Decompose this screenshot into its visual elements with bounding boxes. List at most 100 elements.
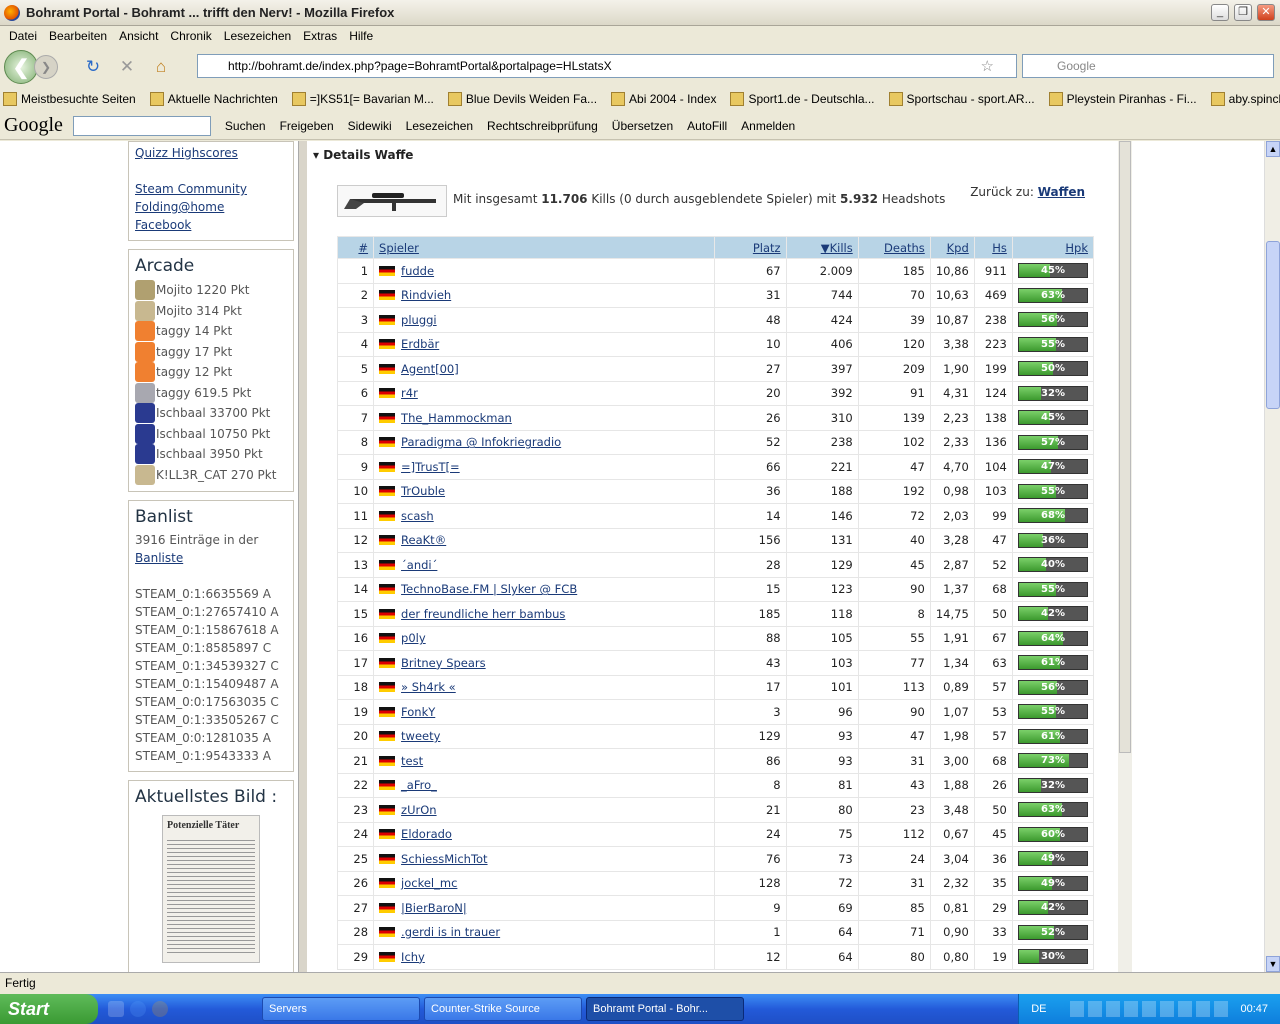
player-link[interactable]: pluggi <box>401 313 437 327</box>
maximize-button[interactable]: ❐ <box>1234 4 1252 21</box>
menu-item-2[interactable]: Ansicht <box>117 29 160 43</box>
arcade-entry[interactable]: Mojito 1220 Pkt <box>135 280 287 301</box>
player-link[interactable]: |BierBaroN| <box>401 901 467 915</box>
arcade-entry[interactable]: Ischbaal 3950 Pkt <box>135 444 287 465</box>
scroll-up-icon[interactable]: ▲ <box>1266 141 1280 157</box>
section-header[interactable]: ▾ Details Waffe <box>313 148 413 162</box>
inner-scrollbar[interactable] <box>1118 141 1132 972</box>
player-link[interactable]: p0ly <box>401 631 426 645</box>
minimize-button[interactable]: _ <box>1211 4 1229 21</box>
firefox-quick-icon[interactable] <box>152 1001 168 1017</box>
latest-picture[interactable]: Potenzielle Täter <box>162 815 260 963</box>
banlist-entry[interactable]: STEAM_0:1:27657410 A <box>135 603 287 621</box>
banlist-link[interactable]: Banliste <box>135 549 287 567</box>
google-toolbar-item[interactable]: Suchen <box>225 119 266 133</box>
forward-button[interactable]: ❯ <box>34 55 58 79</box>
arcade-entry[interactable]: Ischbaal 10750 Pkt <box>135 423 287 445</box>
bookmark-star-icon[interactable]: ☆ <box>981 57 994 75</box>
arcade-entry[interactable]: K!LL3R_CAT 270 Pkt <box>135 464 287 486</box>
menu-item-6[interactable]: Hilfe <box>347 29 375 43</box>
language-indicator[interactable]: DE <box>1031 1003 1046 1015</box>
player-link[interactable]: _aFro_ <box>401 778 437 792</box>
player-link[interactable]: scash <box>401 509 434 523</box>
sidebar-link[interactable]: Folding@home <box>135 198 287 216</box>
back-button[interactable]: ❮ <box>4 50 38 84</box>
google-toolbar-item[interactable]: Übersetzen <box>612 119 673 133</box>
google-toolbar-item[interactable]: Freigeben <box>280 119 334 133</box>
banlist-entry[interactable]: STEAM_0:1:6635569 A <box>135 585 287 603</box>
player-link[interactable]: TechnoBase.FM | Slyker @ FCB <box>401 582 577 596</box>
player-link[interactable]: FonkY <box>401 705 435 719</box>
player-link[interactable]: Britney Spears <box>401 656 486 670</box>
player-link[interactable]: =]TrusT[= <box>401 460 460 474</box>
player-link[interactable]: tweety <box>401 729 440 743</box>
banlist-entry[interactable]: STEAM_0:1:8585897 C <box>135 639 287 657</box>
home-icon[interactable]: ⌂ <box>150 56 172 78</box>
arcade-entry[interactable]: Ischbaal 33700 Pkt <box>135 403 287 424</box>
column-header[interactable]: Kpd <box>929 236 975 259</box>
column-header[interactable]: ▼Kills <box>785 236 859 259</box>
bookmark-item[interactable]: Blue Devils Weiden Fa... <box>447 92 597 106</box>
sidebar-link[interactable]: Steam Community <box>135 180 287 198</box>
arcade-entry[interactable]: Mojito 314 Pkt <box>135 300 287 322</box>
arcade-entry[interactable]: taggy 619.5 Pkt <box>135 382 287 404</box>
menu-item-1[interactable]: Bearbeiten <box>47 29 109 43</box>
banlist-entry[interactable]: STEAM_0:1:15867618 A <box>135 621 287 639</box>
player-link[interactable]: ReaKt® <box>401 533 446 547</box>
banlist-entry[interactable]: STEAM_0:1:9543333 A <box>135 747 287 765</box>
menu-item-0[interactable]: Datei <box>7 29 39 43</box>
banlist-entry[interactable]: STEAM_0:1:15409487 A <box>135 675 287 693</box>
arcade-entry[interactable]: taggy 12 Pkt <box>135 362 287 383</box>
arcade-entry[interactable]: taggy 17 Pkt <box>135 341 287 363</box>
bookmark-item[interactable]: Pleystein Piranhas - Fi... <box>1048 92 1197 106</box>
scroll-thumb[interactable] <box>1266 241 1280 409</box>
player-link[interactable]: TrOuble <box>401 484 445 498</box>
player-link[interactable]: Paradigma @ Infokriegradio <box>401 435 561 449</box>
player-link[interactable]: fudde <box>401 264 434 278</box>
bookmark-item[interactable]: Aktuelle Nachrichten <box>149 92 278 106</box>
player-link[interactable]: jockel_mc <box>401 876 457 890</box>
bookmark-item[interactable]: =]KS51[= Bavarian M... <box>291 92 434 106</box>
player-link[interactable]: SchiessMichTot <box>401 852 488 866</box>
player-link[interactable]: ´andi´ <box>401 558 437 572</box>
start-button[interactable]: Start <box>0 994 98 1024</box>
sidebar-link[interactable]: Quizz Highscores <box>135 144 287 162</box>
scroll-down-icon[interactable]: ▼ <box>1266 956 1280 972</box>
player-link[interactable]: Agent[00] <box>401 362 459 376</box>
player-link[interactable]: Ichy <box>401 950 425 964</box>
google-toolbar-item[interactable]: AutoFill <box>687 119 727 133</box>
column-header[interactable]: Hpk <box>1011 236 1095 259</box>
google-toolbar-item[interactable]: Rechtschreibprüfung <box>487 119 598 133</box>
taskbar-task[interactable]: Bohramt Portal - Bohr... <box>586 997 744 1021</box>
page-scrollbar[interactable]: ▲ ▼ <box>1264 141 1280 972</box>
column-header[interactable]: Hs <box>973 236 1013 259</box>
column-header[interactable]: Platz <box>713 236 787 259</box>
player-link[interactable]: r4r <box>401 386 418 400</box>
ie-icon[interactable] <box>130 1001 146 1017</box>
banlist-entry[interactable]: STEAM_0:0:17563035 C <box>135 693 287 711</box>
player-link[interactable]: The_Hammockman <box>401 411 512 425</box>
reload-icon[interactable]: ↻ <box>82 56 104 78</box>
banlist-entry[interactable]: STEAM_0:0:1281035 A <box>135 729 287 747</box>
player-link[interactable]: zUrOn <box>401 803 437 817</box>
menu-item-5[interactable]: Extras <box>301 29 339 43</box>
player-link[interactable]: .gerdi is in trauer <box>401 925 500 939</box>
player-link[interactable]: Eldorado <box>401 827 452 841</box>
column-header[interactable]: # <box>336 236 375 259</box>
player-link[interactable]: der freundliche herr bambus <box>401 607 565 621</box>
arcade-entry[interactable]: taggy 14 Pkt <box>135 321 287 342</box>
sidebar-link[interactable]: Facebook <box>135 216 287 234</box>
banlist-entry[interactable]: STEAM_0:1:33505267 C <box>135 711 287 729</box>
column-header[interactable]: Spieler <box>373 236 715 259</box>
banlist-entry[interactable]: STEAM_0:1:34539327 C <box>135 657 287 675</box>
tray-icons[interactable] <box>1070 1001 1231 1017</box>
google-search-input[interactable] <box>72 115 211 136</box>
bookmark-item[interactable]: aby.spinchat.de <box>1210 92 1280 106</box>
player-link[interactable]: Erdbär <box>401 337 439 351</box>
column-header[interactable]: Deaths <box>857 236 931 259</box>
stop-icon[interactable]: ✕ <box>116 56 138 78</box>
desktop-icon[interactable] <box>108 1001 124 1017</box>
taskbar-task[interactable]: Counter-Strike Source <box>424 997 582 1021</box>
player-link[interactable]: test <box>401 754 423 768</box>
menu-item-4[interactable]: Lesezeichen <box>222 29 293 43</box>
